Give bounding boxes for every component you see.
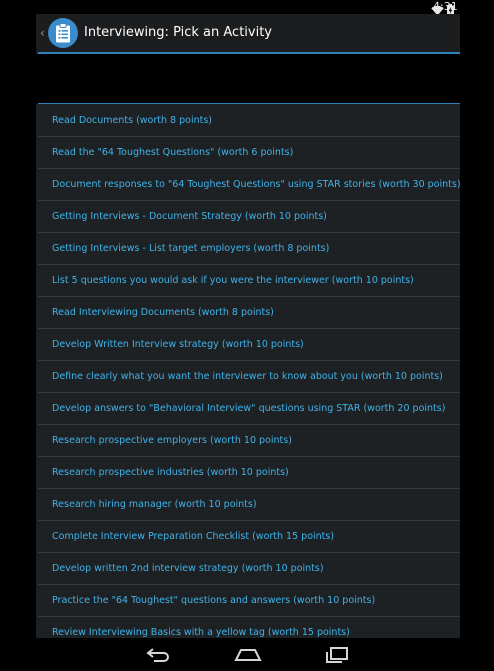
home-icon[interactable] (233, 646, 263, 664)
activity-item[interactable]: Practice the "64 Toughest" questions and… (38, 585, 460, 617)
status-time: 4:31 (433, 0, 458, 13)
activity-item[interactable]: List 5 questions you would ask if you we… (38, 265, 460, 297)
activity-item[interactable]: Getting Interviews - List target employe… (38, 233, 460, 265)
status-bar: 4:31 (0, 0, 494, 16)
activity-item[interactable]: Review Interviewing Basics with a yellow… (38, 617, 460, 638)
activity-item[interactable]: Develop written 2nd interview strategy (… (38, 553, 460, 585)
action-bar: ‹ Interviewing: Pick an Activity (36, 14, 460, 52)
activity-item[interactable]: Read the "64 Toughest Questions" (worth … (38, 137, 460, 169)
activity-item[interactable]: Document responses to "64 Toughest Quest… (38, 169, 460, 201)
back-icon[interactable] (144, 646, 174, 664)
app-window: ‹ Interviewing: Pick an Activity Read Do… (36, 14, 460, 638)
activity-item[interactable]: Develop answers to "Behavioral Interview… (38, 393, 460, 425)
list-header-area (36, 54, 460, 104)
clipboard-icon[interactable] (48, 18, 78, 48)
activity-item[interactable]: Develop Written Interview strategy (wort… (38, 329, 460, 361)
activity-item[interactable]: Complete Interview Preparation Checklist… (38, 521, 460, 553)
list-header-divider (38, 103, 460, 104)
activity-item[interactable]: Getting Interviews - Document Strategy (… (38, 201, 460, 233)
navigation-bar (0, 638, 494, 671)
activity-item[interactable]: Define clearly what you want the intervi… (38, 361, 460, 393)
activity-item[interactable]: Research prospective industries (worth 1… (38, 457, 460, 489)
recents-icon[interactable] (322, 646, 352, 664)
activity-item[interactable]: Research prospective employers (worth 10… (38, 425, 460, 457)
activity-item[interactable]: Read Interviewing Documents (worth 8 poi… (38, 297, 460, 329)
activity-list: Read Documents (worth 8 points) Read the… (38, 105, 460, 638)
activity-item[interactable]: Read Documents (worth 8 points) (38, 105, 460, 137)
activity-item[interactable]: Research hiring manager (worth 10 points… (38, 489, 460, 521)
up-caret-icon[interactable]: ‹ (40, 26, 45, 40)
page-title: Interviewing: Pick an Activity (84, 25, 272, 40)
